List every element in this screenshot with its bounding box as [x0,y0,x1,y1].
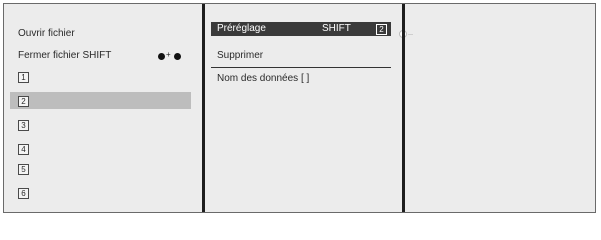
empty-panel [405,4,595,212]
delete-item[interactable]: Supprimer [217,49,263,63]
preset-label: Préréglage [217,23,266,34]
preset-shortcut: SHIFT [322,23,351,34]
black-dot-icon [174,53,181,60]
slot-4[interactable]: 4 [18,144,29,155]
close-file-shortcut: SHIFT [82,50,112,61]
preset-item[interactable]: Préréglage SHIFT 2 [211,22,391,36]
slot-6[interactable]: 6 [18,188,29,199]
data-name-item[interactable]: Nom des données [ ] [217,72,309,86]
preset-number: 2 [376,24,387,35]
slot-5[interactable]: 5 [18,164,29,175]
slot-2[interactable]: 2 [18,96,29,107]
close-file-item[interactable]: Fermer fichier SHIFT [18,49,111,63]
selected-slot-highlight [10,92,191,109]
slot-3[interactable]: 3 [18,120,29,131]
open-file-item[interactable]: Ouvrir fichier [18,27,75,41]
slot-1[interactable]: 1 [18,72,29,83]
plus-icon: + [166,50,171,59]
file-menu-panel: Ouvrir fichier Fermer fichier SHIFT + 1 … [4,4,202,212]
submenu-panel: Préréglage SHIFT 2 Supprimer Nom des don… [205,4,402,212]
close-file-label: Fermer fichier [18,50,80,61]
menu-frame: Ouvrir fichier Fermer fichier SHIFT + 1 … [3,3,596,213]
black-dot-icon [158,53,165,60]
separator-line [211,67,391,68]
